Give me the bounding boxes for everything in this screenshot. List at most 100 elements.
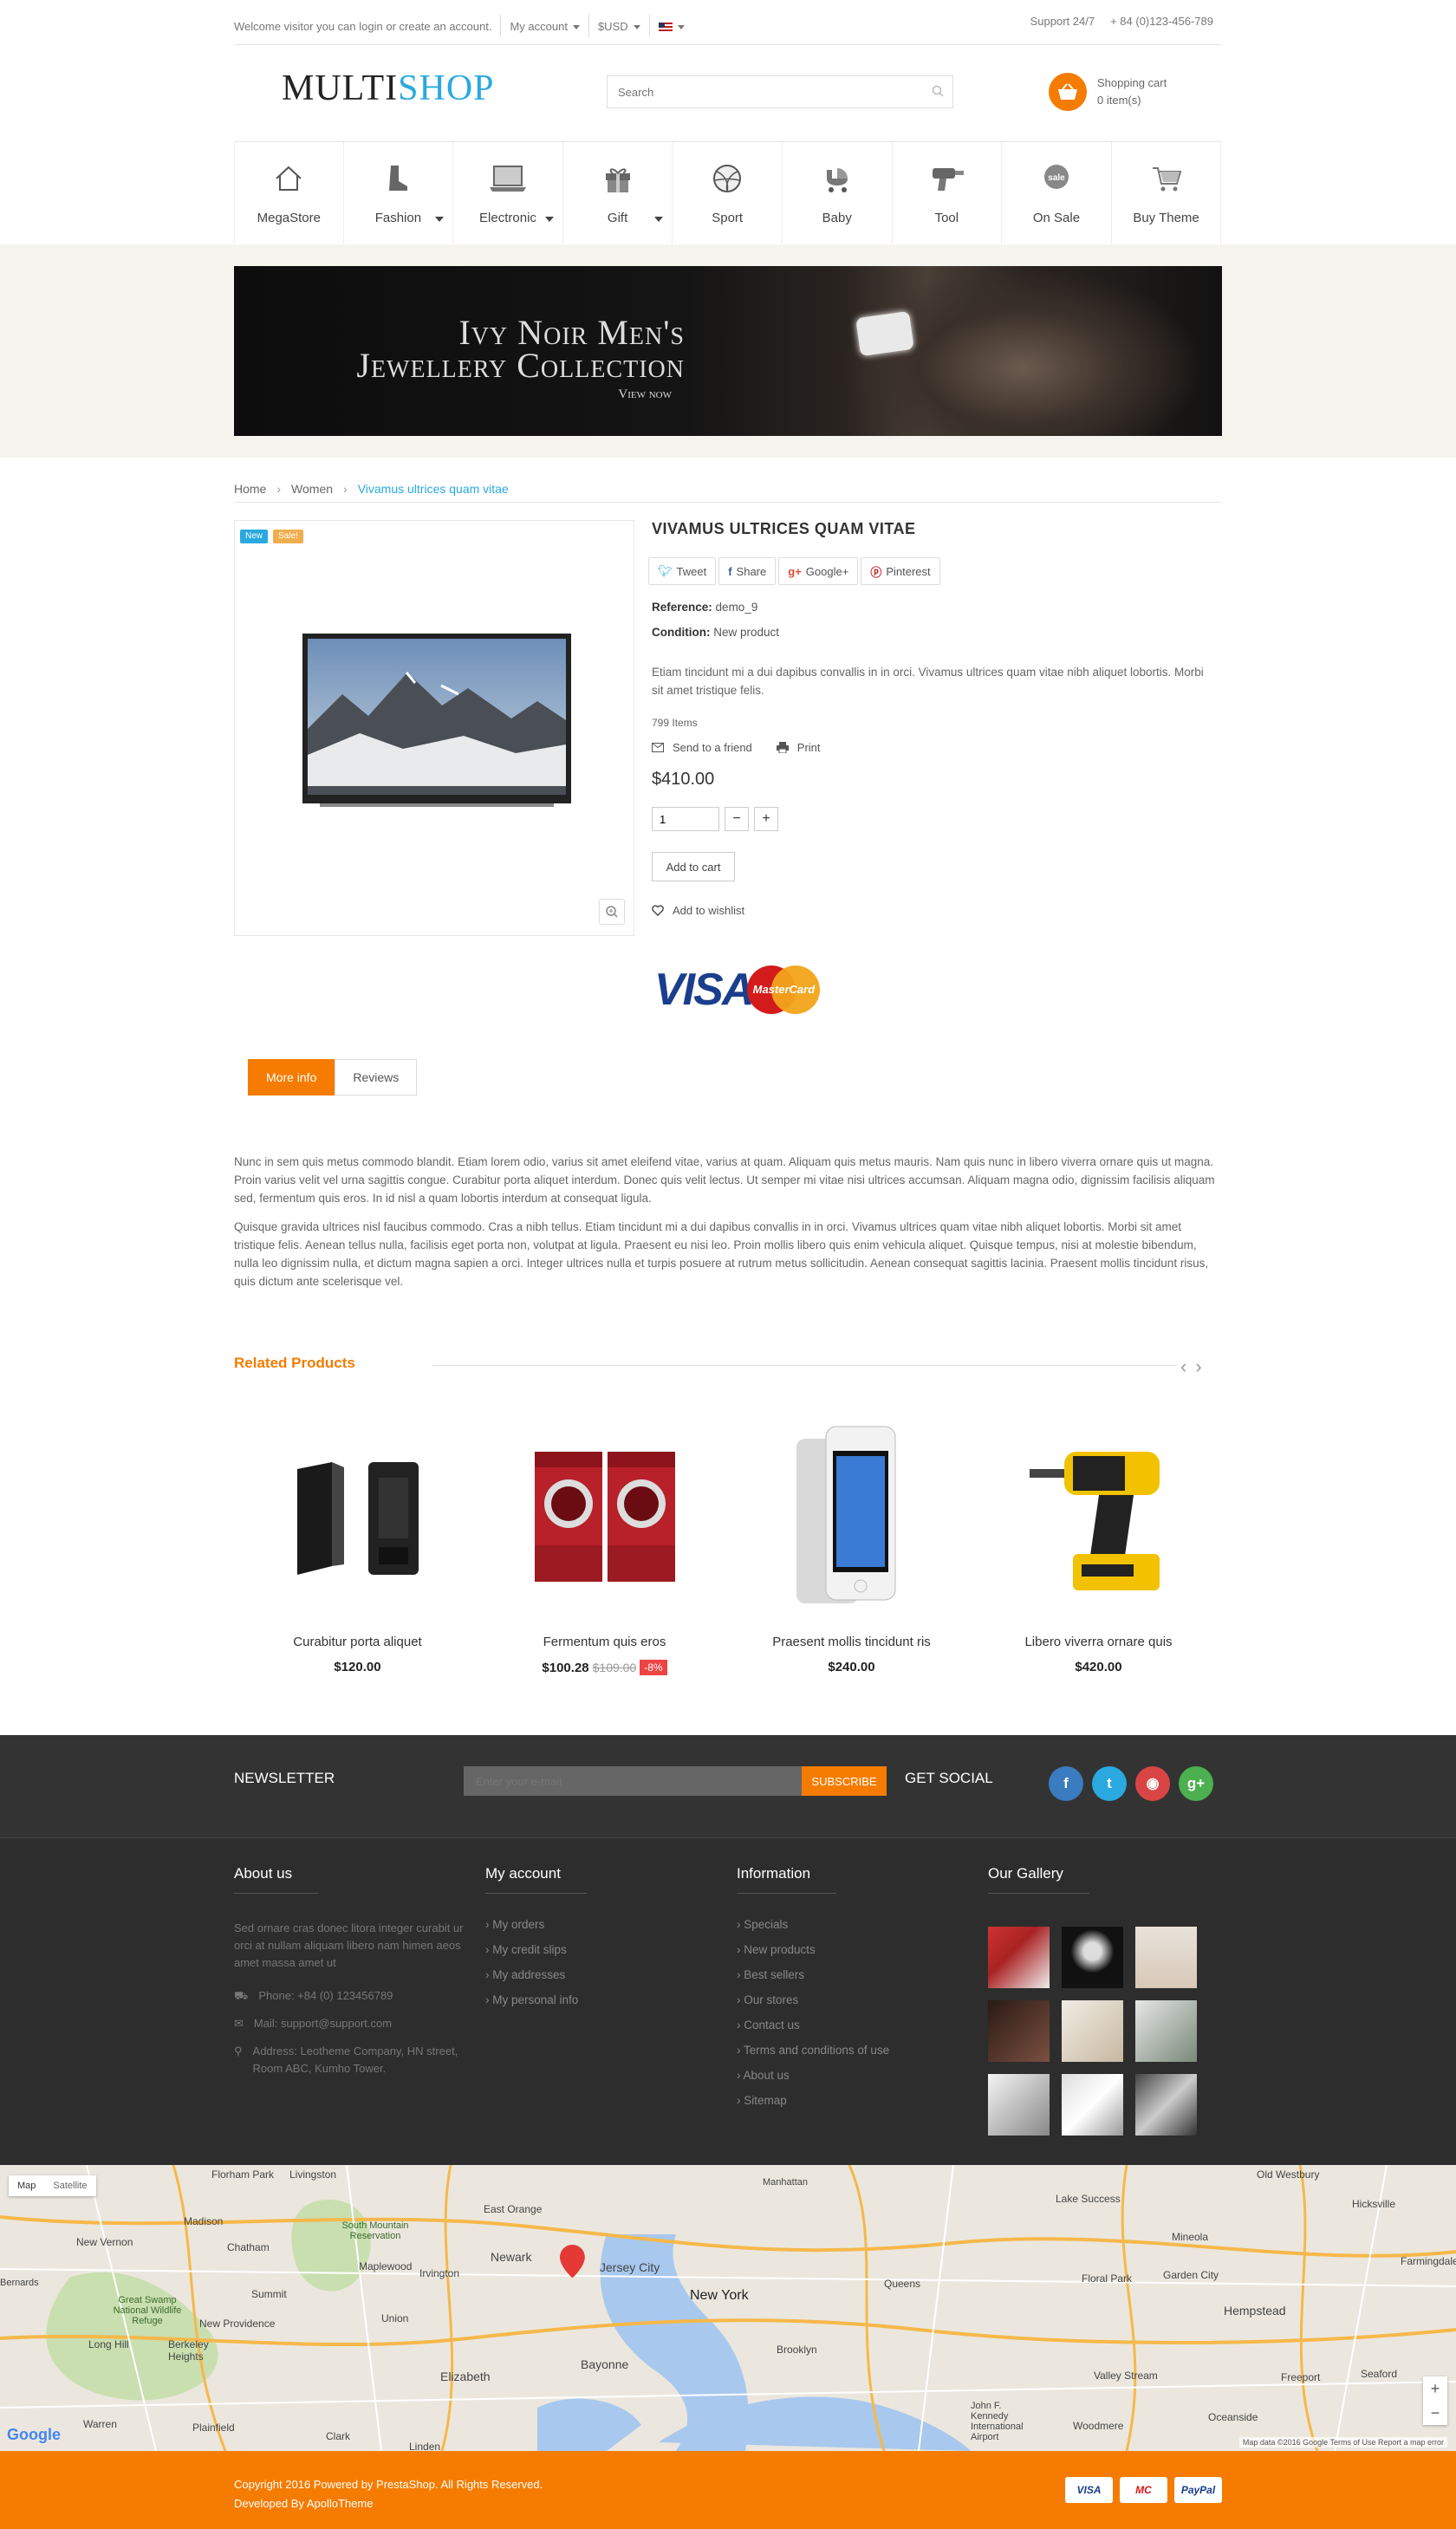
gallery-image[interactable] xyxy=(1135,2074,1197,2136)
menu-label: Fashion xyxy=(374,211,422,225)
footer-link[interactable]: › Sitemap xyxy=(737,2094,889,2107)
menu-item-fashion[interactable]: Fashion xyxy=(344,142,454,244)
map-label: Farmingdale xyxy=(1401,2255,1456,2267)
footer-link[interactable]: › My personal info xyxy=(485,1993,587,2006)
add-to-wishlist-link[interactable]: Add to wishlist xyxy=(652,904,1222,917)
product-card[interactable]: Libero viverra ornare quis $420.00 xyxy=(975,1413,1222,1675)
product-name[interactable]: Curabitur porta aliquet xyxy=(293,1635,421,1649)
google-plus-button[interactable]: g+ Google+ xyxy=(778,557,859,585)
gallery-image[interactable] xyxy=(1062,1927,1123,1988)
product-name[interactable]: Praesent mollis tincidunt ris xyxy=(772,1635,931,1649)
search-input[interactable] xyxy=(608,76,902,107)
gallery-image[interactable] xyxy=(988,1927,1050,1988)
gallery-image[interactable] xyxy=(1062,2074,1123,2136)
menu-item-on-sale[interactable]: sale On Sale xyxy=(1002,142,1112,244)
footer-link[interactable]: › My addresses xyxy=(485,1968,587,1981)
zoom-icon[interactable] xyxy=(599,899,625,925)
google-plus-icon[interactable]: g+ xyxy=(1179,1766,1213,1801)
my-account-dropdown[interactable]: My account xyxy=(510,20,580,33)
gallery-image[interactable] xyxy=(1135,1927,1197,1988)
product-card[interactable]: Curabitur porta aliquet $120.00 xyxy=(234,1413,481,1675)
jewellery-banner[interactable]: Ivy Noir Men's Jewellery Collection View … xyxy=(234,266,1222,436)
add-to-cart-button[interactable]: Add to cart xyxy=(652,852,735,881)
product-image-box[interactable]: New Sale! xyxy=(234,520,634,936)
rss-icon[interactable]: ◉ xyxy=(1135,1766,1170,1801)
gallery-image[interactable] xyxy=(988,2000,1050,2062)
banner-cta[interactable]: View now xyxy=(234,387,672,402)
menu-label: Buy Theme xyxy=(1133,211,1199,225)
basket-icon xyxy=(1049,73,1087,111)
tweet-button[interactable]: 🐦︎ Tweet xyxy=(648,557,717,585)
menu-label: Sport xyxy=(712,211,744,225)
cart-icon xyxy=(1152,167,1181,192)
cart-count: 0 item(s) xyxy=(1097,94,1141,107)
visa-logo: VISA xyxy=(654,965,754,1015)
map-label: Oceanside xyxy=(1208,2411,1258,2423)
footer-link[interactable]: › Best sellers xyxy=(737,1968,889,1981)
menu-item-gift[interactable]: Gift xyxy=(563,142,673,244)
prev-arrow-icon[interactable]: ‹ xyxy=(1180,1356,1186,1378)
product-name[interactable]: Libero viverra ornare quis xyxy=(1024,1635,1172,1649)
footer-link[interactable]: › Specials xyxy=(737,1918,889,1931)
menu-item-tool[interactable]: Tool xyxy=(893,142,1003,244)
google-map[interactable]: Map Satellite Florham Park Livingston Ea… xyxy=(0,2165,1456,2451)
map-label: Old Westbury xyxy=(1257,2168,1320,2181)
print-link[interactable]: Print xyxy=(776,741,821,754)
subscribe-button[interactable]: SUBSCRIBE xyxy=(802,1766,887,1796)
quantity-input[interactable] xyxy=(652,807,719,831)
footer-link[interactable]: › Terms and conditions of use xyxy=(737,2044,889,2057)
svg-text:sale: sale xyxy=(1048,173,1065,183)
tab-reviews[interactable]: Reviews xyxy=(335,1059,418,1095)
product-card[interactable]: Praesent mollis tincidunt ris $240.00 xyxy=(728,1413,975,1675)
menu-item-buy-theme[interactable]: Buy Theme xyxy=(1112,142,1222,244)
google-plus-icon: g+ xyxy=(788,564,802,578)
menu-item-baby[interactable]: Baby xyxy=(783,142,893,244)
footer-link[interactable]: › My credit slips xyxy=(485,1943,587,1956)
next-arrow-icon[interactable]: › xyxy=(1195,1356,1201,1378)
menu-item-electronic[interactable]: Electronic xyxy=(453,142,563,244)
footer-link[interactable]: › My orders xyxy=(485,1918,587,1931)
gallery-image[interactable] xyxy=(1062,2000,1123,2062)
product-price: $100.28 xyxy=(542,1660,589,1675)
footer xyxy=(0,1837,1456,2165)
plus-icon[interactable]: + xyxy=(754,807,778,831)
menu-label: Electronic xyxy=(479,211,536,225)
search-icon[interactable] xyxy=(932,85,944,101)
breadcrumb-category[interactable]: Women xyxy=(291,482,333,496)
map-tab[interactable]: Map xyxy=(9,2175,44,2196)
breadcrumb-home[interactable]: Home xyxy=(234,482,266,496)
map-label: Bayonne xyxy=(581,2357,629,2371)
footer-link[interactable]: › Our stores xyxy=(737,1993,889,2006)
satellite-tab[interactable]: Satellite xyxy=(44,2175,95,2196)
footer-link[interactable]: › About us xyxy=(737,2069,889,2082)
facebook-share-button[interactable]: f Share xyxy=(718,557,777,585)
language-dropdown[interactable] xyxy=(658,20,685,33)
stroller-icon xyxy=(826,168,848,192)
email-field[interactable] xyxy=(464,1766,802,1796)
payment-cards: VISA MasterCard xyxy=(654,964,821,1016)
support-phone: + 84 (0)123-456-789 xyxy=(1110,15,1213,28)
twitter-icon[interactable]: t xyxy=(1092,1766,1127,1801)
zoom-out-icon[interactable]: − xyxy=(1431,2401,1440,2425)
twitter-icon: 🐦︎ xyxy=(658,564,673,577)
facebook-icon[interactable]: f xyxy=(1049,1766,1083,1801)
gallery-image[interactable] xyxy=(988,2074,1050,2136)
logo[interactable]: MULTISHOP xyxy=(282,68,495,109)
gallery-image[interactable] xyxy=(1135,2000,1197,2062)
footer-link[interactable]: › New products xyxy=(737,1943,889,1956)
send-to-friend-link[interactable]: Send to a friend xyxy=(652,741,752,754)
footer-link[interactable]: › Contact us xyxy=(737,2019,889,2032)
map-label: Florham Park xyxy=(211,2168,275,2181)
menu-label: On Sale xyxy=(1032,211,1081,225)
product-card[interactable]: Fermentum quis eros $100.28 $109.00 -8% xyxy=(481,1413,728,1675)
tab-more-info[interactable]: More info xyxy=(248,1059,335,1095)
shopping-cart[interactable]: Shopping cart 0 item(s) xyxy=(1049,73,1167,111)
minus-icon[interactable]: − xyxy=(725,807,749,831)
menu-item-sport[interactable]: Sport xyxy=(673,142,783,244)
product-name[interactable]: Fermentum quis eros xyxy=(543,1635,666,1649)
pinterest-button[interactable]: ⓟ Pinterest xyxy=(861,557,940,585)
zoom-in-icon[interactable]: + xyxy=(1431,2376,1440,2401)
copyright-text: Copyright 2016 Powered by PrestaShop. Al… xyxy=(234,2478,543,2491)
menu-item-megastore[interactable]: MegaStore xyxy=(234,142,344,244)
currency-dropdown[interactable]: $USD xyxy=(598,20,640,33)
